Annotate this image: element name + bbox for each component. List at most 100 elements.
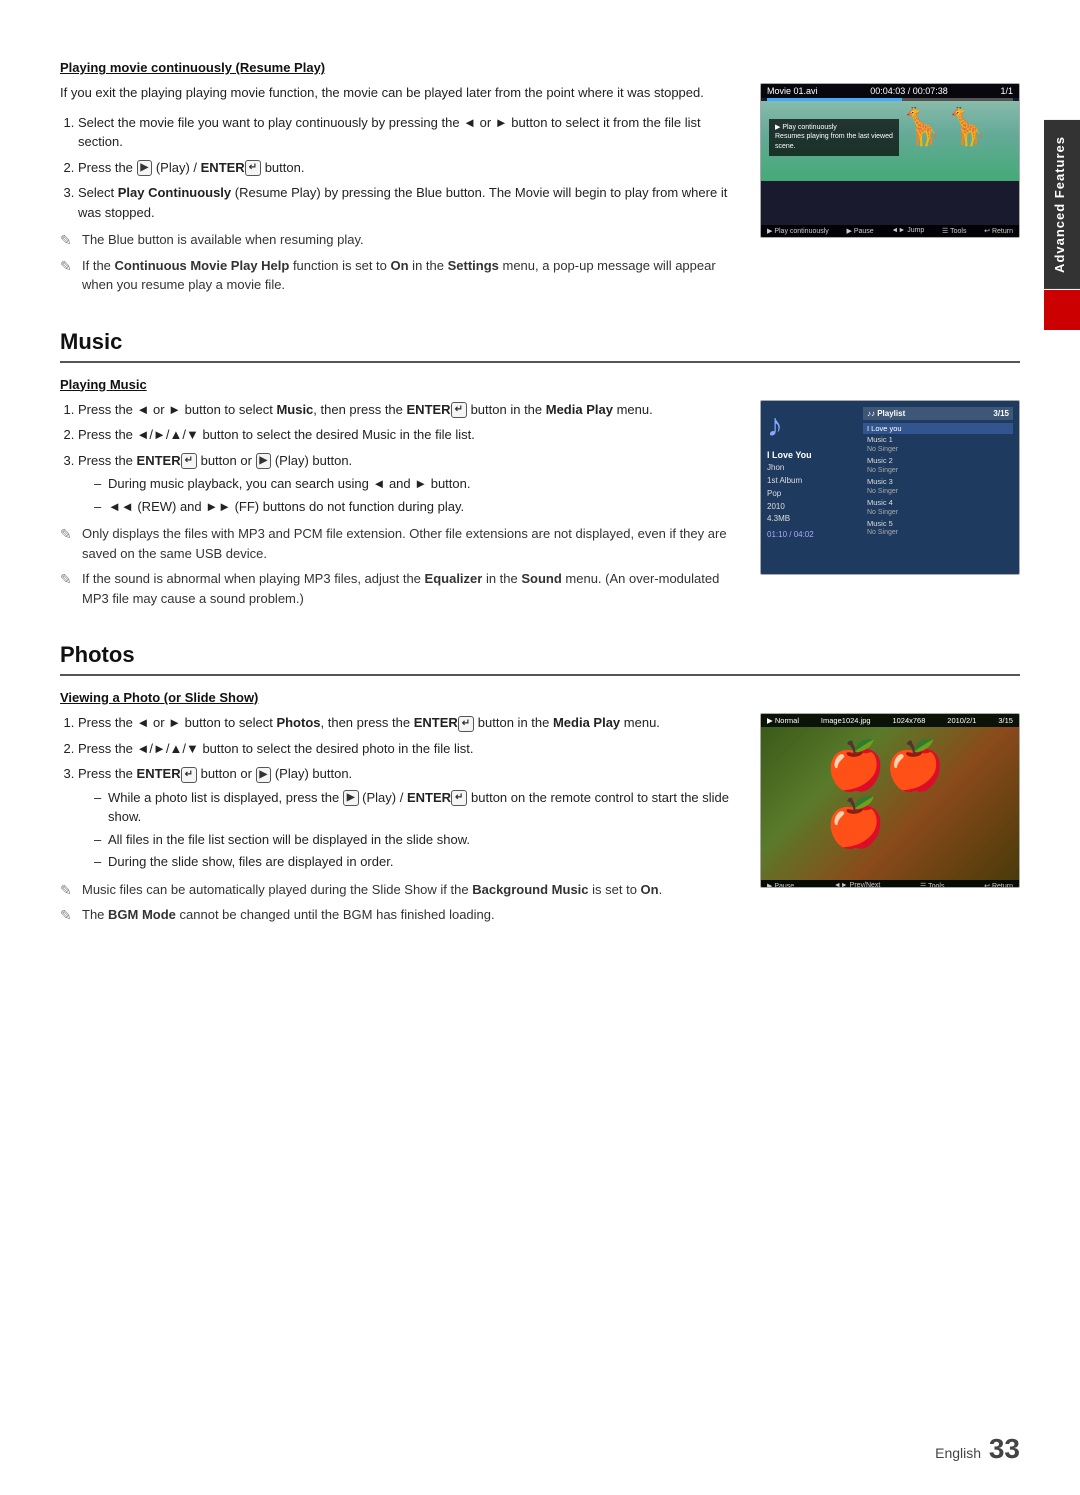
music-steps: Press the ◄ or ► button to select Music,…: [60, 400, 736, 517]
photos-section: Photos Viewing a Photo (or Slide Show) P…: [60, 642, 1020, 931]
music-ss-right: ♪♪ Playlist 3/15 I Love you Music 1 No S…: [863, 407, 1013, 568]
music-notes: Only displays the files with MP3 and PCM…: [60, 524, 736, 608]
movie-screenshot-area: Movie 01.avi 00:04:03 / 00:07:38 1/1 🦒🦒 …: [760, 83, 1020, 301]
enter-btn-icon: ↵: [245, 160, 261, 176]
enter-icon-music3: ↵: [181, 453, 197, 469]
overlay-line3: scene.: [775, 142, 893, 152]
footer-text: English: [935, 1445, 981, 1461]
photos-notes: Music files can be automatically played …: [60, 880, 736, 925]
photos-sub-list: While a photo list is displayed, press t…: [78, 788, 736, 872]
enter-icon-music1: ↵: [451, 402, 467, 418]
music-step-2: Press the ◄/►/▲/▼ button to select the d…: [78, 425, 736, 445]
music-sub-list: During music playback, you can search us…: [78, 474, 736, 516]
music-screenshot-area: ♪ I Love You Jhon 1st Album Pop 2010 4.3…: [760, 400, 1020, 615]
music-item-2: Music 1 No Singer: [863, 434, 1013, 455]
music-info: I Love You Jhon 1st Album Pop 2010 4.3MB: [767, 448, 857, 527]
movie-ss-time: 00:04:03 / 00:07:38: [870, 86, 948, 96]
photos-ss-bottombar: ▶ Pause ◄► Prev/Next ☰ Tools ↩ Return: [761, 880, 1019, 888]
photos-section-title: Photos: [60, 642, 1020, 676]
music-step-1: Press the ◄ or ► button to select Music,…: [78, 400, 736, 420]
music-size: 4.3MB: [767, 513, 857, 526]
movie-step-2: Press the ▶ (Play) / ENTER↵ button.: [78, 158, 736, 178]
movie-content-row: If you exit the playing playing movie fu…: [60, 83, 1020, 301]
photos-ss-image-content: 🍎🍎🍎: [826, 737, 955, 851]
play-btn-icon: ▶: [137, 160, 153, 176]
photos-step-1: Press the ◄ or ► button to select Photos…: [78, 713, 736, 733]
music-content-row: Press the ◄ or ► button to select Music,…: [60, 400, 1020, 615]
photos-ss-res: 1024x768: [892, 716, 925, 725]
photos-ss-count: 3/15: [998, 716, 1013, 725]
play-icon-music3: ▶: [256, 453, 272, 469]
photos-content-row: Press the ◄ or ► button to select Photos…: [60, 713, 1020, 931]
music-item-5: Music 4 No Singer: [863, 497, 1013, 518]
movie-ss-filename: Movie 01.avi: [767, 86, 818, 96]
photos-note-2: The BGM Mode cannot be changed until the…: [60, 905, 736, 925]
music-item-3: Music 2 No Singer: [863, 455, 1013, 476]
play-icon-photos3: ▶: [256, 767, 272, 783]
photos-ss-date: 2010/2/1: [947, 716, 976, 725]
overlay-line2: Resumes playing from the last viewed: [775, 132, 893, 142]
movie-ss-giraffe-icon: 🦒🦒: [899, 106, 989, 148]
movie-screenshot: Movie 01.avi 00:04:03 / 00:07:38 1/1 🦒🦒 …: [760, 83, 1020, 238]
music-ss-inner: ♪ I Love You Jhon 1st Album Pop 2010 4.3…: [761, 401, 1019, 574]
music-note-icon: ♪: [767, 407, 857, 444]
photos-ss-image: 🍎🍎🍎: [761, 727, 1019, 880]
music-time: 01:10 / 04:02: [767, 530, 857, 539]
photos-screenshot: ▶ Normal Image1024.jpg 1024x768 2010/2/1…: [760, 713, 1020, 888]
movie-note-2: If the Continuous Movie Play Help functi…: [60, 256, 736, 295]
movie-ss-topbar: Movie 01.avi 00:04:03 / 00:07:38 1/1: [761, 84, 1019, 98]
music-note-2: If the sound is abnormal when playing MP…: [60, 569, 736, 608]
movie-ss-bottombar: ▶ Play continuously ▶ Pause ◄► Jump ☰ To…: [761, 225, 1019, 237]
chapter-tab: Advanced Features: [1044, 120, 1080, 289]
movie-section: Playing movie continuously (Resume Play)…: [60, 60, 1020, 301]
music-section: Music Playing Music Press the ◄ or ► but…: [60, 329, 1020, 615]
movie-steps: Select the movie file you want to play c…: [60, 113, 736, 223]
movie-ss-overlay: ▶ Play continuously Resumes playing from…: [769, 119, 899, 156]
enter-icon-photos3: ↵: [181, 767, 197, 783]
photos-step-2: Press the ◄/►/▲/▼ button to select the d…: [78, 739, 736, 759]
photos-sub-1: While a photo list is displayed, press t…: [94, 788, 736, 827]
music-item-6: Music 5 No Singer: [863, 518, 1013, 539]
photos-subsection-title: Viewing a Photo (or Slide Show): [60, 690, 1020, 705]
movie-subsection-title: Playing movie continuously (Resume Play): [60, 60, 1020, 75]
page-container: Playing movie continuously (Resume Play)…: [0, 0, 1080, 1495]
chapter-accent: [1044, 290, 1080, 330]
page-footer: English 33: [935, 1433, 1020, 1465]
photos-ss-topbar: ▶ Normal Image1024.jpg 1024x768 2010/2/1…: [761, 714, 1019, 727]
music-screenshot: ♪ I Love You Jhon 1st Album Pop 2010 4.3…: [760, 400, 1020, 575]
music-item-4: Music 3 No Singer: [863, 476, 1013, 497]
photos-sub-3: During the slide show, files are display…: [94, 852, 736, 872]
music-song-title: I Love You: [767, 448, 857, 463]
music-ss-left: ♪ I Love You Jhon 1st Album Pop 2010 4.3…: [767, 407, 857, 568]
music-album: 1st Album: [767, 475, 857, 488]
photos-content-left: Press the ◄ or ► button to select Photos…: [60, 713, 736, 931]
movie-step-1: Select the movie file you want to play c…: [78, 113, 736, 152]
movie-intro: If you exit the playing playing movie fu…: [60, 83, 736, 103]
photos-note-1: Music files can be automatically played …: [60, 880, 736, 900]
movie-step-3: Select Play Continuously (Resume Play) b…: [78, 183, 736, 222]
music-item-1: I Love you: [863, 423, 1013, 435]
music-year: 2010: [767, 501, 857, 514]
photos-step-3: Press the ENTER↵ button or ▶ (Play) butt…: [78, 764, 736, 872]
photos-ss-mode: ▶ Normal: [767, 716, 799, 725]
photos-screenshot-area: ▶ Normal Image1024.jpg 1024x768 2010/2/1…: [760, 713, 1020, 931]
enter-icon-photos-sub: ↵: [451, 790, 467, 806]
music-step-3: Press the ENTER↵ button or ▶ (Play) butt…: [78, 451, 736, 517]
music-playlist-title: ♪♪ Playlist 3/15: [863, 407, 1013, 420]
photos-ss-filename: Image1024.jpg: [821, 716, 871, 725]
enter-icon-photos1: ↵: [458, 716, 474, 732]
page-number: 33: [989, 1433, 1020, 1464]
music-subsection-title: Playing Music: [60, 377, 1020, 392]
music-content-left: Press the ◄ or ► button to select Music,…: [60, 400, 736, 615]
music-sub-1: During music playback, you can search us…: [94, 474, 736, 494]
photos-sub-2: All files in the file list section will …: [94, 830, 736, 850]
music-artist: Jhon: [767, 462, 857, 475]
overlay-line1: ▶ Play continuously: [775, 123, 893, 133]
music-sub-2: ◄◄ (REW) and ►► (FF) buttons do not func…: [94, 497, 736, 517]
movie-content-left: If you exit the playing playing movie fu…: [60, 83, 736, 301]
movie-note-1: The Blue button is available when resumi…: [60, 230, 736, 250]
music-ss-bottombar: ▶ Pause ◄► Jump ☰ Tools ↩ Return: [761, 574, 1019, 575]
movie-ss-count: 1/1: [1000, 86, 1013, 96]
music-note-1: Only displays the files with MP3 and PCM…: [60, 524, 736, 563]
play-icon-photos-sub: ▶: [343, 790, 359, 806]
